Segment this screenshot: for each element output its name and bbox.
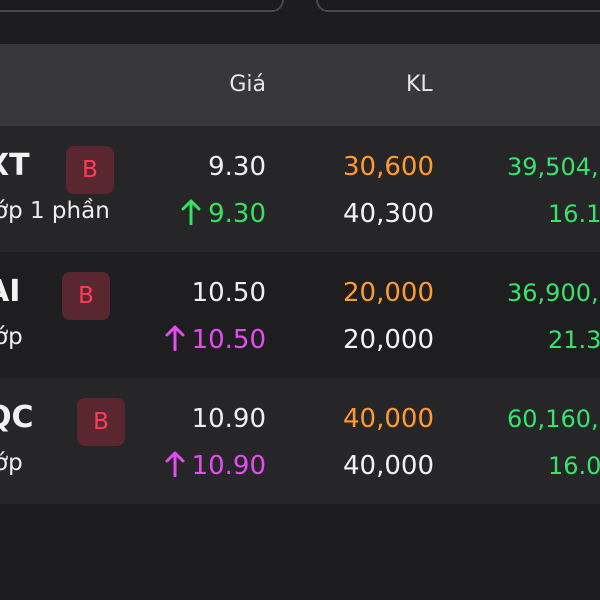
filter-box-right[interactable]	[316, 0, 600, 12]
order-value-secondary: 16.0	[548, 452, 600, 480]
order-volume: 40,000	[343, 404, 434, 434]
order-volume: 30,600	[343, 152, 434, 182]
arrow-up-icon	[181, 199, 201, 225]
order-value-secondary: 16.1	[548, 200, 600, 228]
match-volume: 20,000	[343, 325, 434, 355]
table-row[interactable]: AI ớp B 10.50 10.50 20,000 20,000 36,900…	[0, 252, 600, 378]
arrow-up-icon	[165, 325, 185, 351]
order-value: 60,160,0	[507, 405, 600, 433]
match-price-value: 10.90	[191, 451, 266, 481]
row-status: ớp	[0, 450, 23, 476]
table-header: Giá KL	[0, 44, 600, 126]
row-symbol: QC	[0, 400, 34, 435]
match-price: 9.30	[180, 199, 266, 229]
row-status: ớp	[0, 324, 23, 350]
order-price: 10.90	[191, 404, 266, 434]
order-list-screen: Giá KL XT ớp 1 phần B 9.30 9.30 30,600 4…	[0, 0, 600, 600]
match-price-value: 10.50	[191, 325, 266, 355]
order-price: 9.30	[208, 152, 266, 182]
order-price: 10.50	[191, 278, 266, 308]
row-symbol: XT	[0, 148, 30, 183]
buy-badge: B	[62, 272, 110, 320]
buy-badge: B	[66, 146, 114, 194]
order-value-secondary: 21.3	[548, 326, 600, 354]
match-price-value: 9.30	[208, 199, 266, 229]
order-volume: 20,000	[343, 278, 434, 308]
filter-box-left[interactable]	[0, 0, 284, 12]
table-row[interactable]: QC ớp B 10.90 10.90 40,000 40,000 60,160…	[0, 378, 600, 504]
match-price: 10.50	[164, 325, 266, 355]
arrow-up-icon	[165, 451, 185, 477]
match-price: 10.90	[164, 451, 266, 481]
row-symbol: AI	[0, 274, 21, 309]
header-volume[interactable]: KL	[406, 44, 433, 126]
header-price[interactable]: Giá	[229, 44, 266, 126]
table-row[interactable]: XT ớp 1 phần B 9.30 9.30 30,600 40,300 3…	[0, 126, 600, 252]
order-value: 36,900,0	[507, 279, 600, 307]
match-volume: 40,000	[343, 451, 434, 481]
order-value: 39,504,6	[507, 153, 600, 181]
match-volume: 40,300	[343, 199, 434, 229]
buy-badge: B	[77, 398, 125, 446]
row-status: ớp 1 phần	[0, 198, 110, 224]
